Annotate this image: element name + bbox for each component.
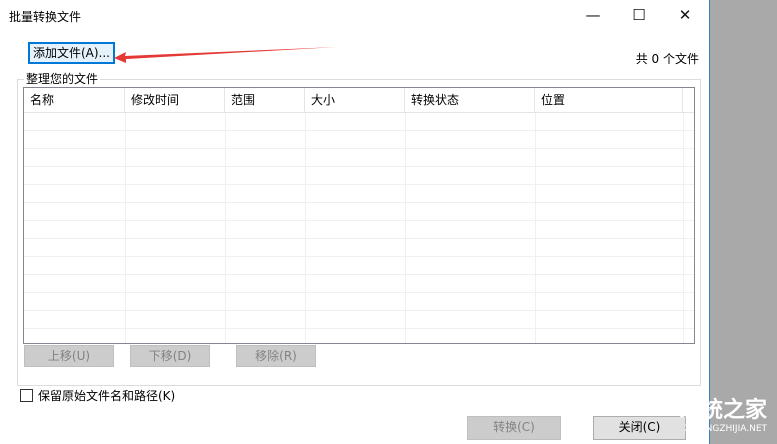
remove-button[interactable]: 移除(R) [236, 345, 316, 367]
column-modified[interactable]: 修改时间 [125, 88, 225, 112]
keep-path-option[interactable]: 保留原始文件名和路径(K) [20, 387, 175, 404]
column-range[interactable]: 范围 [225, 88, 305, 112]
column-name[interactable]: 名称 [24, 88, 125, 112]
window-title: 批量转换文件 [9, 10, 82, 24]
column-size[interactable]: 大小 [305, 88, 405, 112]
list-header: 名称 修改时间 范围 大小 转换状态 位置 [24, 88, 694, 113]
maximize-button[interactable]: ☐ [616, 0, 662, 30]
close-window-button[interactable]: ✕ [662, 0, 708, 30]
group-label: 整理您的文件 [24, 70, 101, 87]
batch-convert-dialog: 批量转换文件 — ☐ ✕ 添加文件(A)... 共 0 个文件 整理您的文件 名… [0, 0, 710, 444]
close-button[interactable]: 关闭(C) [593, 416, 686, 440]
move-down-button[interactable]: 下移(D) [130, 345, 210, 367]
add-file-button[interactable]: 添加文件(A)... [28, 42, 115, 64]
column-location[interactable]: 位置 [535, 88, 683, 112]
column-status[interactable]: 转换状态 [405, 88, 535, 112]
convert-button[interactable]: 转换(C) [467, 416, 561, 440]
keep-path-checkbox[interactable] [20, 389, 33, 402]
file-count: 共 0 个文件 [635, 52, 699, 66]
file-list[interactable]: 名称 修改时间 范围 大小 转换状态 位置 [23, 87, 695, 344]
move-up-button[interactable]: 上移(U) [24, 345, 114, 367]
red-arrow-annotation [114, 47, 337, 63]
minimize-button[interactable]: — [570, 0, 616, 30]
watermark-logo: 系统之家 XITONGZHIJIA.NET [678, 398, 767, 434]
keep-path-label: 保留原始文件名和路径(K) [38, 389, 176, 403]
